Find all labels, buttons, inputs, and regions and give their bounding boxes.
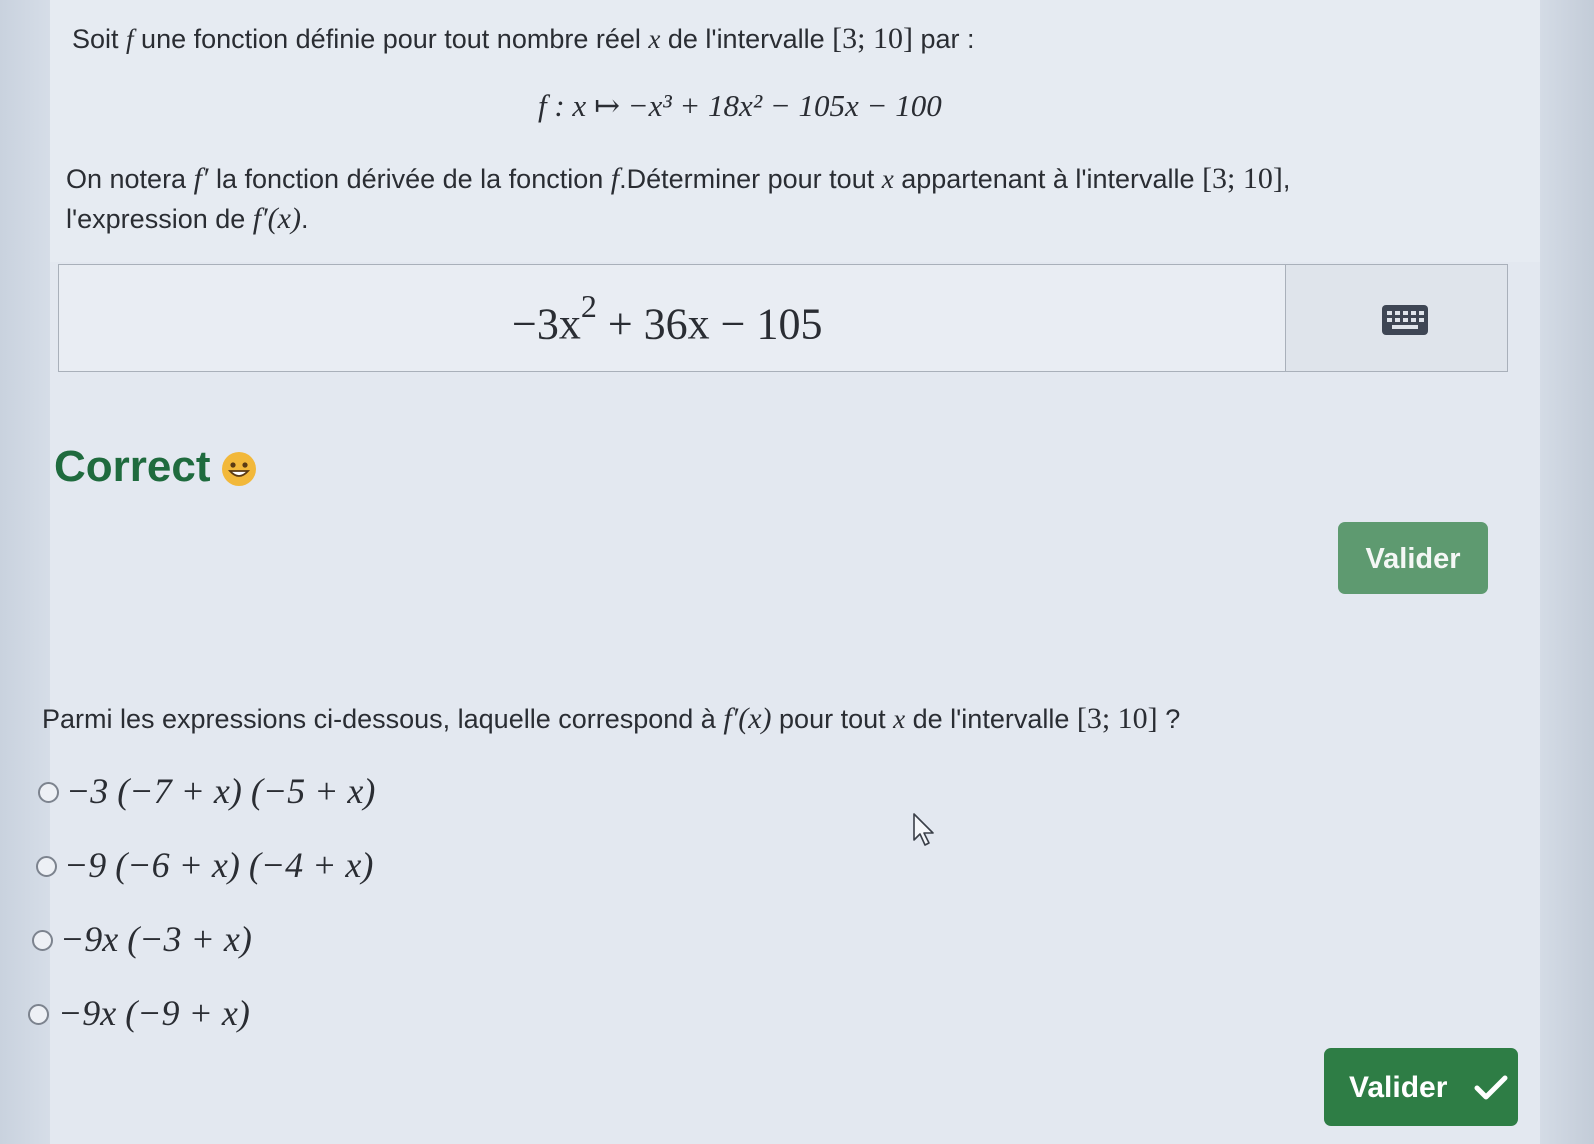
mouse-cursor-icon	[912, 812, 940, 853]
problem-line-3: On notera f′ la fonction dérivée de la f…	[66, 160, 1290, 198]
grinning-face-icon	[222, 452, 256, 486]
problem-text: une fonction définie pour tout nombre ré…	[133, 24, 649, 54]
math-x: x	[881, 164, 894, 194]
choice-radio-4[interactable]	[28, 1004, 49, 1025]
problem-text: par :	[912, 24, 975, 54]
math-x: x	[648, 24, 661, 54]
answer-exponent: 2	[580, 288, 597, 324]
feedback-correct: Correct	[54, 442, 211, 491]
keyboard-icon[interactable]	[1382, 305, 1428, 335]
choice-label-4[interactable]: −9x (−9 + x)	[58, 992, 250, 1034]
problem-text: de l'intervalle	[660, 24, 833, 54]
problem-text: Soit	[72, 24, 127, 54]
answer-value: −3x2 + 36x − 105	[512, 288, 823, 350]
choice-radio-1[interactable]	[38, 782, 59, 803]
problem-text: ,	[1282, 164, 1291, 194]
problem-text: la fonction dérivée de la fonction	[208, 164, 611, 194]
interval: [3; 10]	[832, 22, 913, 55]
check-icon	[1474, 1075, 1508, 1100]
problem-line-4: l'expression de f′(x).	[66, 200, 308, 238]
question-text: de l'intervalle	[905, 704, 1077, 734]
choice-label-3[interactable]: −9x (−3 + x)	[60, 918, 252, 960]
math-x: x	[893, 704, 906, 734]
validate-button[interactable]: Valider	[1338, 522, 1488, 594]
validate-submit-button[interactable]: Valider	[1324, 1048, 1518, 1126]
validate-submit-label: Valider	[1349, 1071, 1448, 1104]
math-f: f	[610, 162, 620, 195]
function-definition: f : x ↦ −x³ + 18x² − 105x − 100	[538, 88, 942, 123]
choice-label-2[interactable]: −9 (−6 + x) (−4 + x)	[64, 844, 373, 886]
problem-line-1: Soit f une fonction définie pour tout no…	[72, 20, 974, 58]
problem-text: l'expression de	[66, 204, 253, 234]
answer-term: + 36x − 105	[596, 299, 823, 349]
math-fprime-x: f′(x)	[723, 702, 772, 735]
question-2: Parmi les expressions ci-dessous, laquel…	[42, 700, 1180, 738]
question-text: Parmi les expressions ci-dessous, laquel…	[42, 704, 724, 734]
question-text: ?	[1157, 704, 1181, 734]
problem-text: On notera	[66, 164, 194, 194]
problem-text: .Déterminer pour tout	[619, 164, 882, 194]
interval: [3; 10]	[1202, 162, 1283, 195]
choice-radio-3[interactable]	[32, 930, 53, 951]
math-fprime-x: f′(x)	[252, 202, 301, 235]
answer-term: −3x	[512, 299, 581, 349]
interval: [3; 10]	[1076, 702, 1158, 735]
problem-text: appartenant à l'intervalle	[893, 164, 1203, 194]
question-text: pour tout	[771, 704, 894, 734]
math-fprime: f′	[193, 162, 209, 195]
choice-label-1[interactable]: −3 (−7 + x) (−5 + x)	[66, 770, 375, 812]
problem-text: .	[300, 204, 309, 234]
math-f: f	[126, 24, 134, 54]
choice-radio-2[interactable]	[36, 856, 57, 877]
